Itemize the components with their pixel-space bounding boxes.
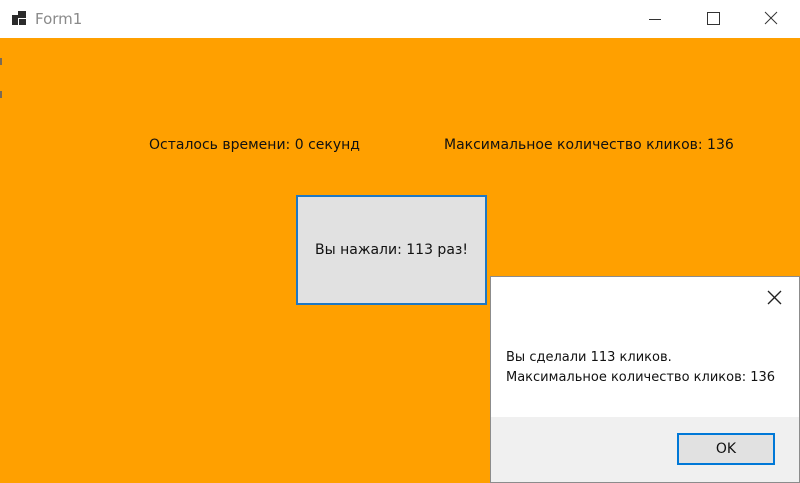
window-title: Form1 (35, 10, 83, 28)
message-box-close-button[interactable] (759, 283, 793, 313)
close-icon (767, 290, 782, 305)
click-counter-button-label: Вы нажали: 113 раз! (315, 242, 468, 258)
edge-marker (0, 58, 2, 65)
minimize-icon (649, 19, 661, 20)
window-titlebar[interactable]: Form1 (0, 0, 800, 38)
minimize-button[interactable] (626, 0, 684, 38)
message-box-text: Вы сделали 113 кликов. Максимальное коли… (506, 348, 775, 388)
maximize-icon (707, 12, 720, 25)
time-left-label: Осталось времени: 0 секунд (149, 137, 360, 153)
close-button[interactable] (742, 0, 800, 38)
ok-button[interactable]: OK (677, 433, 775, 465)
edge-marker (0, 91, 2, 98)
app-icon (12, 11, 26, 25)
message-box-dialog: Вы сделали 113 кликов. Максимальное коли… (490, 276, 800, 483)
max-clicks-label: Максимальное количество кликов: 136 (444, 137, 734, 153)
close-icon (764, 11, 778, 25)
message-line-clicks: Вы сделали 113 кликов. (506, 350, 672, 365)
ok-button-label: OK (715, 441, 737, 457)
message-line-max: Максимальное количество кликов: 136 (506, 370, 776, 385)
maximize-button[interactable] (684, 0, 742, 38)
click-counter-button[interactable]: Вы нажали: 113 раз! (296, 195, 487, 305)
message-box-footer: OK (491, 417, 799, 482)
